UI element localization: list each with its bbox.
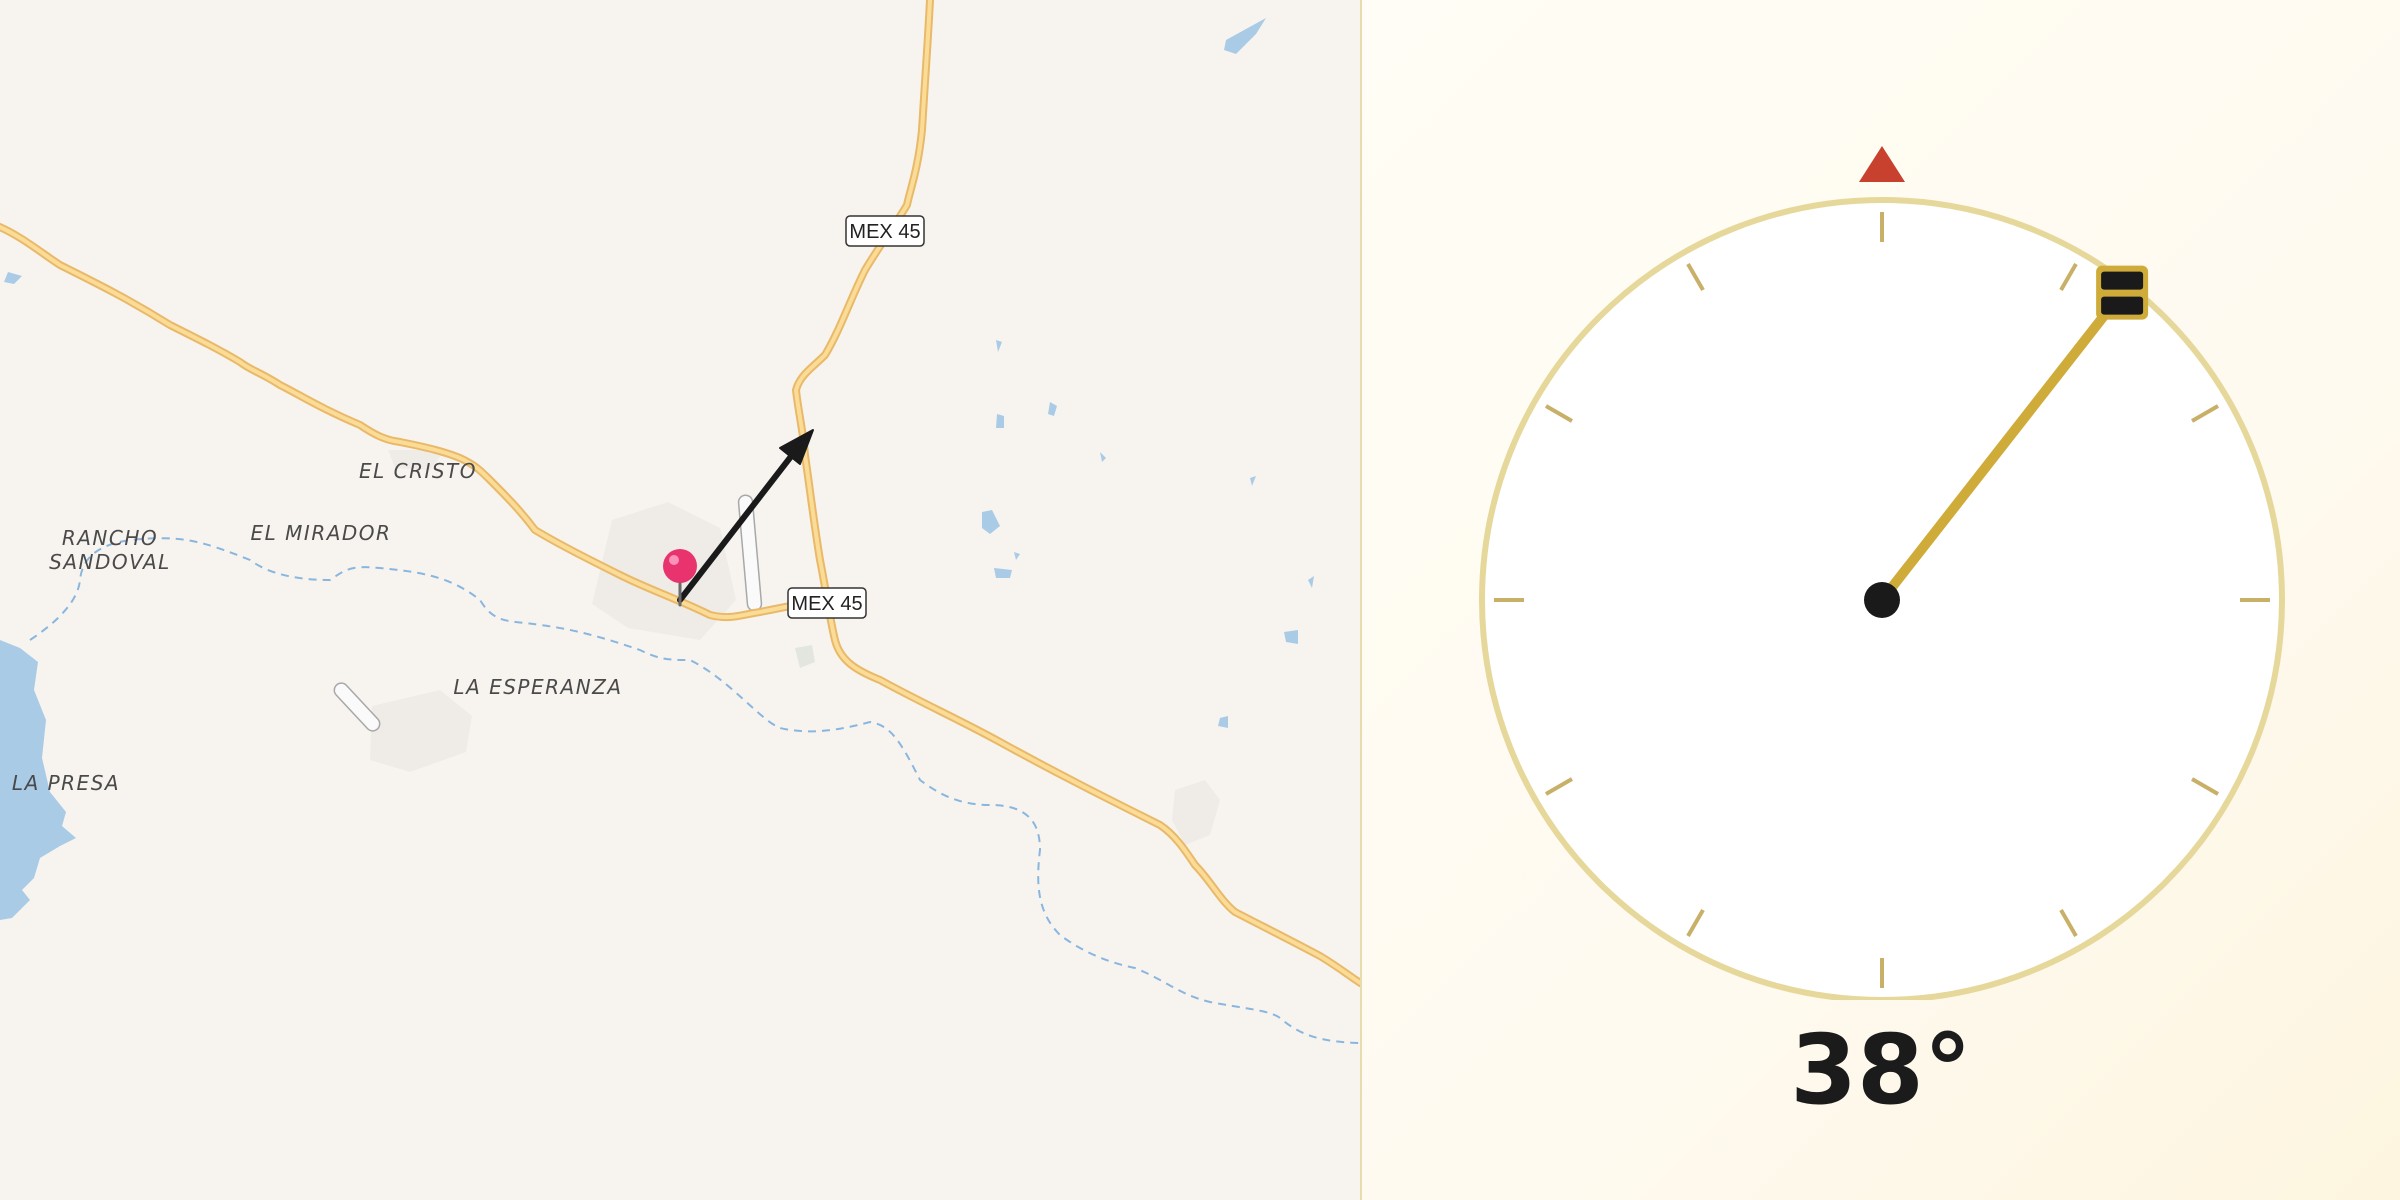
road-shield-upper-label: MEX 45: [849, 221, 920, 243]
urban-area: [370, 690, 472, 772]
place-label-el-cristo: EL CRISTO: [359, 459, 477, 483]
heading-readout: 38°: [1790, 1014, 1972, 1126]
needle-handle-icon[interactable]: [2096, 265, 2149, 320]
map-panel[interactable]: MEX 45 MEX 45 EL CRISTO RANCHO SANDOVAL …: [0, 0, 1360, 1200]
map-canvas[interactable]: MEX 45 MEX 45 EL CRISTO RANCHO SANDOVAL …: [0, 0, 1360, 1200]
road-casing: [0, 0, 1360, 988]
place-label-la-esperanza: LA ESPERANZA: [453, 675, 622, 699]
road-mex-45: [0, 0, 1360, 986]
place-label-el-mirador: EL MIRADOR: [251, 521, 392, 545]
place-label-la-presa: LA PRESA: [12, 771, 120, 795]
compass-hub: [1864, 582, 1900, 618]
road-shield-lower: MEX 45: [787, 587, 867, 619]
compass-dial[interactable]: [1362, 0, 2400, 1000]
road-shield-upper: MEX 45: [845, 215, 925, 247]
place-label-rancho-sandoval-line2: SANDOVAL: [49, 550, 171, 574]
road-shield-lower-label: MEX 45: [791, 593, 862, 615]
urban-area: [1172, 780, 1220, 845]
place-label-rancho-sandoval-line1: RANCHO: [62, 526, 158, 550]
compass-panel: 38°: [1362, 0, 2400, 1200]
urban-area: [795, 645, 815, 668]
north-marker-icon: [1859, 146, 1905, 182]
